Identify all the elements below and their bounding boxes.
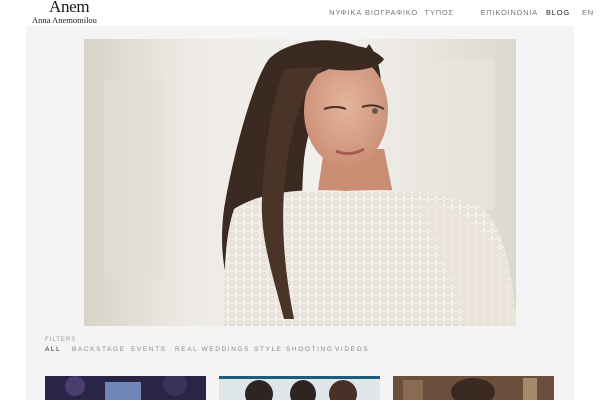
filter-events[interactable]: EVENTS	[131, 345, 167, 354]
bride-portrait-image	[84, 39, 516, 326]
venue-thumbnail-image	[45, 376, 206, 400]
nav-item-biografiko[interactable]: ΒΙΟΓΡΑΦΙΚΟ	[365, 8, 418, 18]
hero-image[interactable]	[84, 39, 516, 326]
filter-all[interactable]: ALL	[45, 345, 61, 354]
nav-item-typos[interactable]: ΤΥΠΟΣ	[425, 8, 454, 18]
gallery-thumb[interactable]	[219, 376, 380, 400]
content-panel: FILTERS ALL BACKSTAGE EVENTS REAL WEDDIN…	[26, 26, 574, 400]
gallery-thumb[interactable]	[393, 376, 554, 400]
filter-real-weddings[interactable]: REAL WEDDINGS	[175, 345, 250, 354]
gallery-thumb[interactable]	[45, 376, 206, 400]
bridesmaids-thumbnail-image	[219, 376, 380, 400]
filters-label: FILTERS	[45, 337, 77, 343]
logo-mark: Anem	[49, 0, 90, 16]
nav-item-nyfika[interactable]: ΝΥΦΙΚΑ	[329, 8, 362, 18]
nav-item-language[interactable]: EN	[582, 8, 594, 18]
filter-videos[interactable]: VIDEOS	[335, 345, 369, 354]
brand-logo[interactable]: Anem Anna Anemomilou	[32, 0, 122, 26]
nav-item-blog[interactable]: BLOG	[546, 8, 570, 18]
brand-name: Anna Anemomilou	[32, 15, 97, 25]
nav-item-epikoinonia[interactable]: ΕΠΙΚΟΙΝΩΝΙΑ	[480, 8, 538, 18]
interior-thumbnail-image	[393, 376, 554, 400]
filter-style-shooting[interactable]: STYLE SHOOTING	[254, 345, 333, 354]
filter-backstage[interactable]: BACKSTAGE	[72, 345, 126, 354]
site-header: Anem Anna Anemomilou ΝΥΦΙΚΑ ΒΙΟΓΡΑΦΙΚΟ Τ…	[0, 0, 600, 26]
